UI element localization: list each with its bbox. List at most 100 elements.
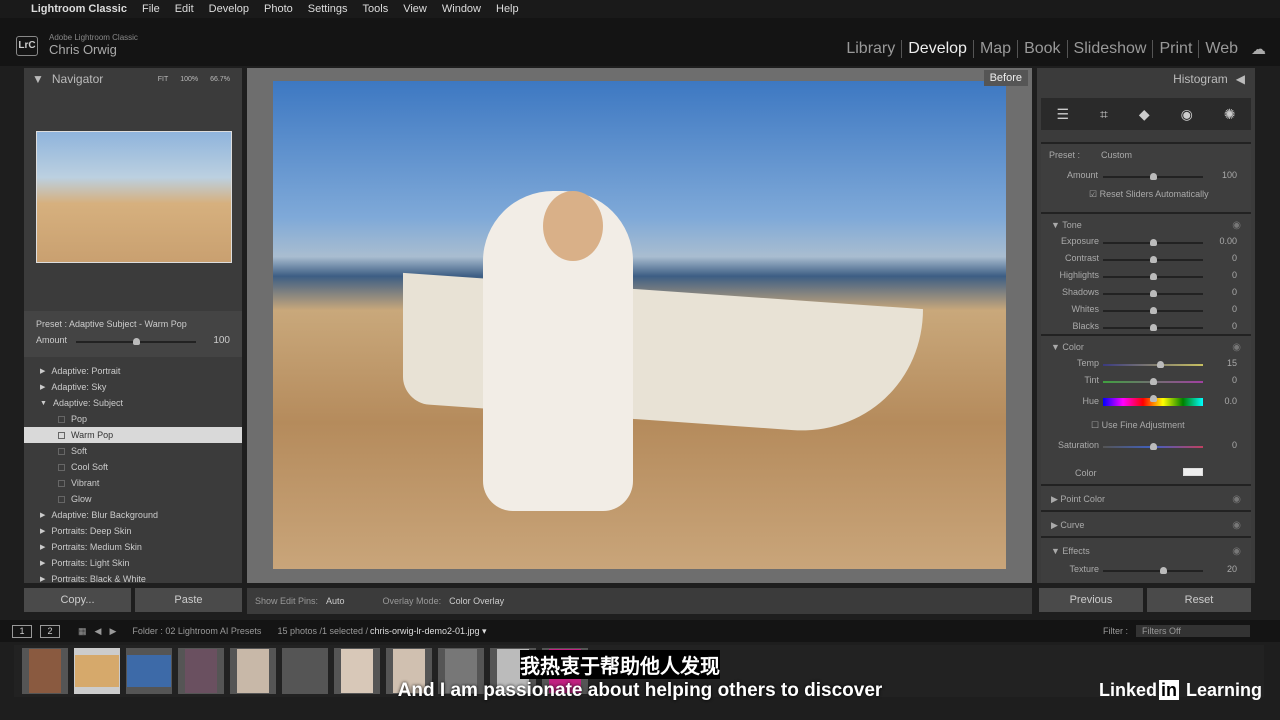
preset-item[interactable]: Warm Pop <box>24 427 242 443</box>
slider-track[interactable] <box>1103 443 1203 450</box>
slider-track[interactable] <box>1103 324 1203 331</box>
slider-knob[interactable] <box>1150 239 1157 246</box>
slider-knob[interactable] <box>1150 443 1157 450</box>
overlay-mode-select[interactable]: Color Overlay <box>449 596 504 606</box>
menu-window[interactable]: Window <box>442 3 481 15</box>
eye-icon[interactable]: ◉ <box>1232 546 1241 557</box>
slider-knob[interactable] <box>133 338 140 345</box>
slider-knob[interactable] <box>1150 273 1157 280</box>
crop-icon[interactable]: ⌗ <box>1100 106 1108 123</box>
preset-item[interactable]: Soft <box>24 443 242 459</box>
slider-track[interactable] <box>1103 567 1203 574</box>
menu-app[interactable]: Lightroom Classic <box>31 3 127 15</box>
menu-help[interactable]: Help <box>496 3 519 15</box>
menu-view[interactable]: View <box>403 3 427 15</box>
preset-group[interactable]: ▶ Portraits: Light Skin <box>24 555 242 571</box>
slider-knob[interactable] <box>1150 290 1157 297</box>
cloud-icon[interactable]: ☁ <box>1251 40 1266 58</box>
menu-photo[interactable]: Photo <box>264 3 293 15</box>
point-color-header[interactable]: ▶ Point Color <box>1051 494 1105 505</box>
histogram-header[interactable]: Histogram ◀ <box>1037 68 1255 90</box>
forward-arrow-icon[interactable]: ▶ <box>109 626 116 637</box>
preset-item[interactable]: Glow <box>24 491 242 507</box>
slider-track[interactable] <box>1103 273 1203 280</box>
eye-icon[interactable]: ◉ <box>1232 494 1241 505</box>
fine-adjustment-checkbox[interactable]: ☐ Use Fine Adjustment <box>1091 420 1185 431</box>
menu-file[interactable]: File <box>142 3 160 15</box>
preset-group[interactable]: ▶ Portraits: Deep Skin <box>24 523 242 539</box>
preset-group[interactable]: ▶ Portraits: Black & White <box>24 571 242 587</box>
preset-item[interactable]: Vibrant <box>24 475 242 491</box>
navigator-preview[interactable] <box>36 131 232 263</box>
eye-icon[interactable]: ◉ <box>1232 520 1241 531</box>
show-edit-pins-select[interactable]: Auto <box>326 596 345 606</box>
paste-button[interactable]: Paste <box>135 588 242 612</box>
amount-slider[interactable] <box>1103 173 1203 180</box>
masking-icon[interactable]: ✺ <box>1224 106 1236 123</box>
slider-track[interactable] <box>1103 378 1203 385</box>
module-library[interactable]: Library <box>840 40 901 58</box>
copy-button[interactable]: Copy... <box>24 588 131 612</box>
preset-checkbox[interactable] <box>58 431 65 439</box>
curve-section[interactable]: ▶ Curve ◉ <box>1041 510 1251 536</box>
module-slideshow[interactable]: Slideshow <box>1066 40 1153 58</box>
slider-knob[interactable] <box>1150 378 1157 385</box>
preset-checkbox[interactable] <box>58 447 65 455</box>
slider-track[interactable] <box>1103 361 1203 368</box>
preset-checkbox[interactable] <box>58 495 65 503</box>
tone-header[interactable]: ▼ Tone <box>1051 220 1082 230</box>
preset-checkbox[interactable] <box>58 479 65 487</box>
filter-select[interactable]: Filters Off <box>1136 625 1250 637</box>
preset-checkbox[interactable] <box>58 463 65 471</box>
menu-tools[interactable]: Tools <box>363 3 389 15</box>
slider-knob[interactable] <box>1150 324 1157 331</box>
back-arrow-icon[interactable]: ◀ <box>95 626 102 637</box>
preset-checkbox[interactable] <box>58 415 65 423</box>
module-print[interactable]: Print <box>1152 40 1198 58</box>
slider-knob[interactable] <box>1157 361 1164 368</box>
slider-knob[interactable] <box>1150 256 1157 263</box>
preset-item[interactable]: Pop <box>24 411 242 427</box>
slider-knob[interactable] <box>1150 173 1157 180</box>
preset-group[interactable]: ▶ Portraits: Medium Skin <box>24 539 242 555</box>
slider-track[interactable] <box>1103 256 1203 263</box>
slider-track[interactable] <box>1103 395 1203 406</box>
module-map[interactable]: Map <box>972 40 1017 58</box>
menu-develop[interactable]: Develop <box>209 3 249 15</box>
preset-group[interactable]: ▶ Adaptive: Portrait <box>24 363 242 379</box>
previous-button[interactable]: Previous <box>1039 588 1143 612</box>
zoom-option[interactable]: FIT <box>158 76 169 83</box>
grid-icon[interactable]: ▦ <box>78 626 87 637</box>
file-name[interactable]: chris-orwig-lr-demo2-01.jpg ▾ <box>370 626 487 637</box>
heal-icon[interactable]: ◆ <box>1139 106 1150 123</box>
preset-select[interactable]: Custom <box>1101 150 1132 160</box>
view-1-button[interactable]: 1 <box>12 624 32 638</box>
folder-label[interactable]: Folder : 02 Lightroom AI Presets <box>132 626 261 636</box>
color-swatch[interactable] <box>1183 468 1203 476</box>
preset-item[interactable]: Cool Soft <box>24 459 242 475</box>
slider-knob[interactable] <box>1150 307 1157 314</box>
slider-knob[interactable] <box>1160 567 1167 574</box>
module-web[interactable]: Web <box>1198 40 1244 58</box>
point-color-section[interactable]: ▶ Point Color ◉ <box>1041 484 1251 510</box>
module-develop[interactable]: Develop <box>901 40 973 58</box>
preset-group[interactable]: ▼ Adaptive: Subject <box>24 395 242 411</box>
slider-track[interactable] <box>1103 239 1203 246</box>
zoom-option[interactable]: 66.7% <box>210 76 230 83</box>
reset-sliders-checkbox[interactable]: ☑ Reset Sliders Automatically <box>1089 189 1209 200</box>
navigator-header[interactable]: ▼ Navigator FIT 100% 66.7% <box>24 68 242 90</box>
main-photo[interactable] <box>273 81 1006 569</box>
reset-button[interactable]: Reset <box>1147 588 1251 612</box>
slider-knob[interactable] <box>1150 395 1157 402</box>
eye-icon[interactable]: ◉ <box>1232 342 1241 353</box>
eye-icon[interactable]: ◉ <box>1232 220 1241 231</box>
menu-settings[interactable]: Settings <box>308 3 348 15</box>
view-2-button[interactable]: 2 <box>40 624 60 638</box>
zoom-option[interactable]: 100% <box>180 76 198 83</box>
curve-header[interactable]: ▶ Curve <box>1051 520 1084 531</box>
slider-track[interactable] <box>1103 307 1203 314</box>
menu-edit[interactable]: Edit <box>175 3 194 15</box>
preset-group[interactable]: ▶ Adaptive: Sky <box>24 379 242 395</box>
amount-slider[interactable] <box>76 338 196 345</box>
preset-group[interactable]: ▶ Adaptive: Blur Background <box>24 507 242 523</box>
